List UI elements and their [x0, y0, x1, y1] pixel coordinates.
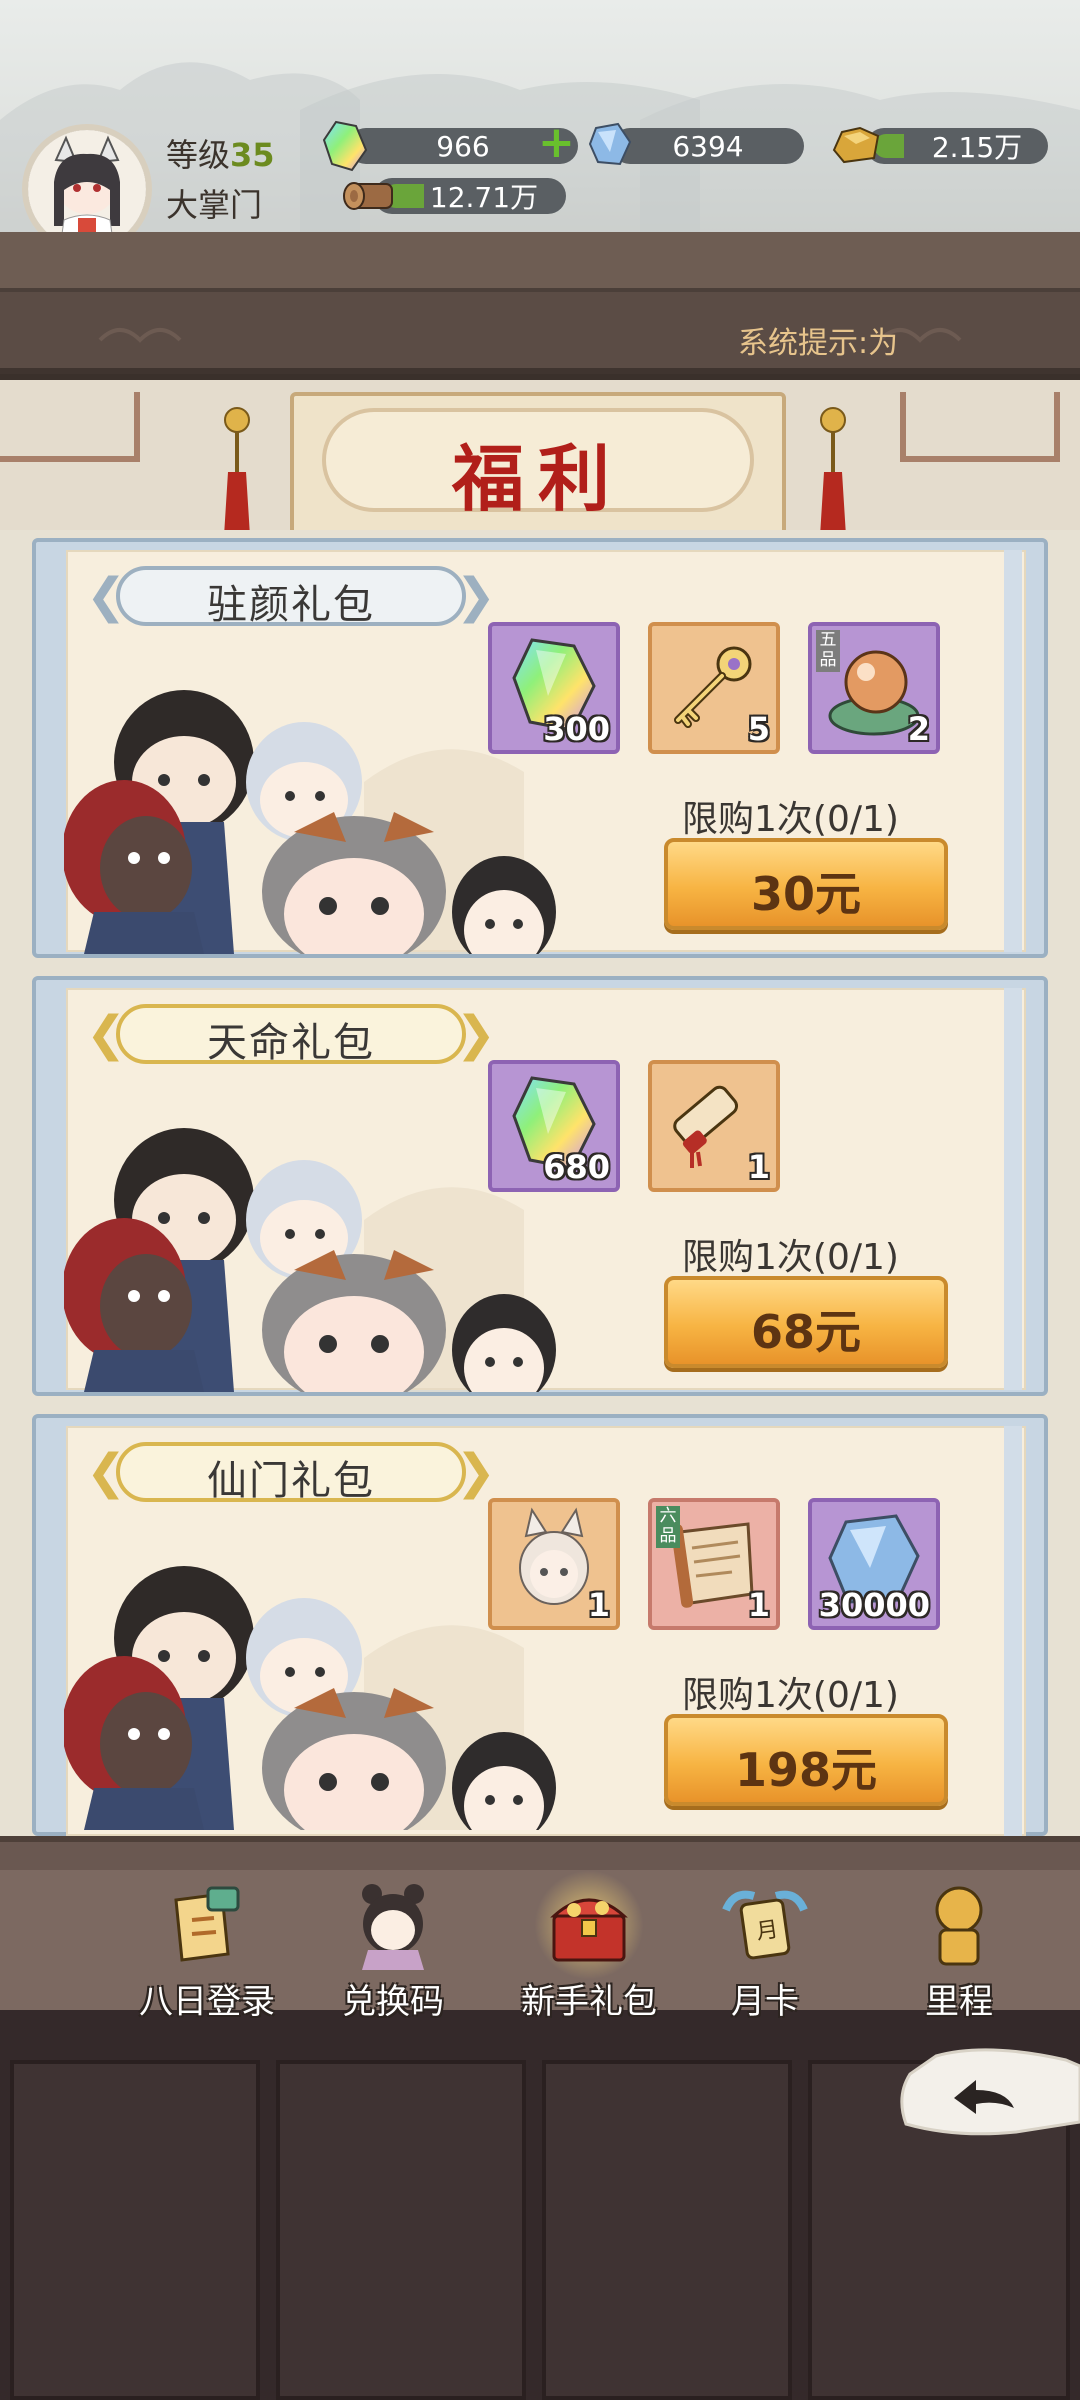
- pack-name: 仙门礼包: [207, 1458, 375, 1504]
- pack-item[interactable]: 五品 2: [808, 622, 940, 754]
- item-count: 2: [907, 710, 930, 748]
- nav-label: 月卡: [731, 1982, 799, 2022]
- month-card-icon: 月: [722, 1890, 808, 1960]
- level-value: 35: [230, 136, 275, 174]
- back-button[interactable]: [896, 2046, 1080, 2142]
- cloud-pattern: [98, 328, 962, 343]
- wall-frame-right: [900, 392, 1060, 462]
- nav-label: 兑换码: [342, 1982, 444, 2022]
- banner-right-arrow-icon: ❯: [455, 1444, 496, 1500]
- nav-item-eight-day-login[interactable]: 八日登录: [122, 1880, 292, 2022]
- item-grade-badge: 六品: [656, 1506, 680, 1548]
- player-title: 大掌门: [166, 186, 263, 224]
- crystal-value: 6394: [672, 129, 744, 163]
- item-count: 30000: [818, 1586, 930, 1624]
- login-scroll-icon: [174, 1886, 240, 1962]
- wood-counter: 12.71万: [374, 178, 566, 214]
- nav-label: 八日登录: [139, 1982, 275, 2022]
- gold-value: 2.15万: [931, 131, 1023, 164]
- page-title: 福利: [451, 436, 624, 521]
- pack-title-banner: ❮ 驻颜礼包 ❯: [86, 566, 496, 628]
- svg-text:月: 月: [755, 1917, 780, 1945]
- pack-card-edge: [1004, 988, 1022, 1390]
- wall-frame-left: [0, 392, 140, 462]
- gem-value: 966: [436, 129, 490, 163]
- pack-card: ❮ 驻颜礼包 ❯ 300 5 五品 2 限购1次(0/1) 30元: [32, 538, 1048, 958]
- item-count: 1: [747, 1586, 770, 1624]
- tassel-left-icon: [224, 407, 250, 536]
- gold-ingot-icon: [832, 126, 880, 164]
- nav-item-newbie-pack[interactable]: 新手礼包: [504, 1870, 674, 2022]
- pack-card: ❮ 仙门礼包 ❯ 1 六品 1 30000 限购1次(0/1) 198元: [32, 1414, 1048, 1836]
- nav-item-month-card[interactable]: 月 月卡: [680, 1880, 850, 2022]
- purchase-limit: 限购1次(0/1): [682, 1237, 899, 1278]
- purchase-limit: 限购1次(0/1): [682, 799, 899, 840]
- milestone-icon: [935, 1886, 983, 1966]
- item-count: 680: [543, 1148, 610, 1186]
- nav-item-redeem-code[interactable]: 兑换码: [308, 1880, 478, 2022]
- treasure-chest-icon: [550, 1898, 628, 1962]
- pack-item[interactable]: 1: [648, 1060, 780, 1192]
- level-display: 等级35: [166, 130, 275, 176]
- gold-counter: 2.15万: [866, 128, 1048, 164]
- pack-item[interactable]: 300: [488, 622, 620, 754]
- pack-item[interactable]: 5: [648, 622, 780, 754]
- nav-item-milestone[interactable]: 里程: [874, 1880, 1080, 2020]
- fox-girl-avatar-icon: [28, 130, 146, 248]
- roof-beam: [0, 232, 1080, 292]
- purchase-limit: 限购1次(0/1): [682, 1675, 899, 1716]
- wood-panel: [542, 2060, 792, 2400]
- pack-title-banner: ❮ 天命礼包 ❯: [86, 1004, 496, 1066]
- crystal-counter: 6394: [612, 128, 804, 164]
- buy-button[interactable]: 198元: [664, 1714, 948, 1806]
- price-label: 198元: [734, 1743, 878, 1797]
- price-label: 68元: [750, 1305, 861, 1359]
- pack-card-edge: [1004, 550, 1022, 952]
- item-grade-badge: 五品: [816, 630, 840, 672]
- item-count: 300: [543, 710, 610, 748]
- pack-item[interactable]: 1: [488, 1498, 620, 1630]
- nav-label: 新手礼包: [521, 1982, 657, 2022]
- level-label: 等级: [166, 136, 231, 174]
- pack-title-banner: ❮ 仙门礼包 ❯: [86, 1442, 496, 1504]
- wood-log-icon: [343, 182, 393, 210]
- rainbow-gem-icon: [322, 120, 368, 172]
- buy-button[interactable]: 30元: [664, 838, 948, 930]
- item-count: 1: [587, 1586, 610, 1624]
- pack-item[interactable]: 680: [488, 1060, 620, 1192]
- pack-item[interactable]: 30000: [808, 1498, 940, 1630]
- pack-item[interactable]: 六品 1: [648, 1498, 780, 1630]
- wood-value: 12.71万: [429, 181, 539, 214]
- tassel-right-icon: [820, 407, 846, 536]
- pack-name: 天命礼包: [207, 1020, 375, 1066]
- buy-button[interactable]: 68元: [664, 1276, 948, 1368]
- add-gem-button[interactable]: +: [538, 121, 575, 165]
- banner-right-arrow-icon: ❯: [455, 568, 496, 624]
- pack-card: ❮ 天命礼包 ❯ 680 1 限购1次(0/1) 68元: [32, 976, 1048, 1396]
- banner-right-arrow-icon: ❯: [455, 1006, 496, 1062]
- nav-label: 里程: [925, 1982, 993, 2020]
- wood-panel: [276, 2060, 526, 2400]
- pack-name: 驻颜礼包: [207, 582, 375, 628]
- wood-panel: [10, 2060, 260, 2400]
- welfare-screen: 等级35 大掌门 966 + 6394 2.15万 12.71万 系统提示:为: [0, 0, 1080, 2400]
- item-count: 5: [747, 710, 770, 748]
- item-count: 1: [747, 1148, 770, 1186]
- pack-card-edge: [1004, 1426, 1022, 1836]
- system-notice: 系统提示:为: [738, 326, 899, 361]
- price-label: 30元: [750, 867, 861, 921]
- code-girl-icon: [362, 1884, 424, 1970]
- blue-crystal-icon: [588, 122, 632, 166]
